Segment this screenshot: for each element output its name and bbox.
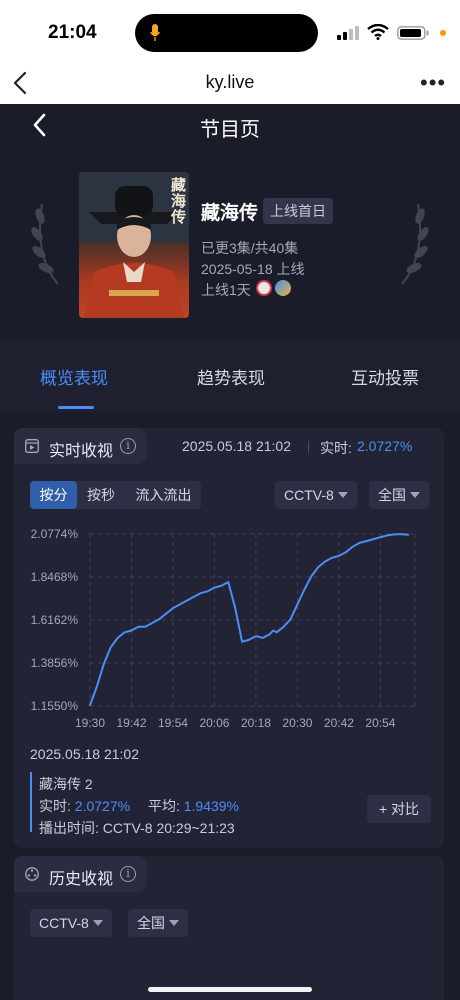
status-time: 21:04 — [48, 22, 97, 43]
region-dropdown-label: 全国 — [378, 487, 406, 503]
y-tick-label: 1.8468% — [31, 570, 79, 584]
page-header: 节目页 — [0, 104, 460, 148]
tooltip-time: 2025.05.18 21:02 — [30, 746, 139, 762]
tooltip-average-label: 平均: — [147, 798, 180, 814]
mode-per-second[interactable]: 按秒 — [78, 481, 124, 509]
history-icon — [25, 867, 39, 881]
mode-inflow-outflow[interactable]: 流入流出 — [126, 481, 201, 509]
dynamic-island — [135, 14, 318, 52]
status-bar: 21:04 — [0, 0, 460, 62]
realtime-info-icon[interactable]: i — [120, 438, 136, 454]
channel-dropdown[interactable]: CCTV-8 — [275, 481, 357, 509]
tv-icon — [25, 439, 39, 453]
history-title: 历史收视 — [49, 871, 114, 888]
realtime-line-chart[interactable]: 2.0774% 1.8468% 1.6162% 1.3856% 1.1550% 19:30… — [0, 515, 460, 740]
chevron-down-icon — [410, 492, 420, 498]
streaming-platform-icon — [275, 280, 291, 296]
tab-bar: 概览表现 趋势表现 互动投票 — [0, 340, 460, 412]
history-channel-label: CCTV-8 — [39, 915, 89, 931]
wifi-icon — [367, 24, 389, 40]
x-tick-label: 19:42 — [116, 716, 146, 730]
browser-url-title: ky.live — [205, 72, 255, 92]
cctv8-channel-icon — [256, 280, 272, 296]
realtime-card-header: 实时收视 i — [14, 428, 146, 464]
signal-icon — [337, 26, 359, 40]
realtime-timestamp: 2025.05.18 21:02 — [182, 438, 291, 454]
realtime-label: 实时: — [320, 440, 352, 456]
chevron-down-icon — [337, 492, 348, 498]
battery-icon — [397, 26, 429, 40]
browser-more-icon[interactable]: ••• — [420, 70, 446, 96]
browser-bar: ky.live ••• — [0, 62, 460, 104]
laurel-left-icon — [31, 203, 59, 285]
x-tick-label: 20:42 — [324, 716, 354, 730]
tab-trend[interactable]: 趋势表现 — [197, 364, 265, 389]
history-region-dropdown[interactable]: 全国 — [128, 909, 188, 937]
y-tick-label: 1.6162% — [31, 613, 79, 627]
tab-vote[interactable]: 互动投票 — [351, 364, 419, 389]
x-tick-label: 20:18 — [241, 716, 271, 730]
laurel-right-icon — [401, 203, 429, 285]
realtime-value: 2.0727% — [357, 438, 413, 454]
history-channel-dropdown[interactable]: CCTV-8 — [30, 909, 112, 937]
tooltip-values: 实时: 2.0727% 平均: 1.9439% — [39, 796, 239, 816]
granularity-segmented-control: 按分 按秒 流入流出 — [30, 481, 201, 509]
show-name: 藏海传 — [201, 203, 259, 224]
poster-title-text: 藏海传 — [171, 177, 187, 226]
episode-count: 已更3集/共40集 — [201, 240, 299, 256]
region-dropdown[interactable]: 全国 — [369, 481, 429, 509]
show-poster[interactable]: 藏海传 — [79, 172, 189, 318]
tooltip-accent-bar — [30, 772, 32, 832]
tab-active-indicator — [58, 406, 94, 409]
chevron-down-icon — [92, 920, 103, 926]
mode-per-minute[interactable]: 按分 — [30, 481, 77, 509]
chevron-down-icon — [169, 920, 179, 926]
privacy-indicator-dot — [440, 30, 446, 36]
online-days: 上线1天 — [201, 282, 251, 298]
x-tick-label: 20:06 — [199, 716, 229, 730]
page-title: 节目页 — [200, 119, 260, 141]
x-tick-label: 19:30 — [75, 716, 105, 730]
x-tick-label: 20:30 — [282, 716, 312, 730]
home-indicator — [148, 987, 312, 992]
tab-overview[interactable]: 概览表现 — [40, 364, 108, 389]
tooltip-realtime-value: 2.0727% — [74, 798, 131, 814]
tooltip-broadcast-time: 播出时间: CCTV-8 20:29~21:23 — [39, 820, 235, 836]
release-date: 2025-05-18 上线 — [201, 261, 305, 277]
tooltip-average-value: 1.9439% — [183, 798, 240, 814]
realtime-title: 实时收视 — [49, 443, 114, 460]
history-card-header: 历史收视 i — [14, 856, 146, 892]
show-status-badge: 上线首日 — [263, 198, 333, 224]
history-info-icon[interactable]: i — [120, 866, 136, 882]
history-region-label: 全国 — [137, 915, 165, 931]
y-tick-label: 1.1550% — [31, 699, 79, 713]
y-tick-label: 1.3856% — [31, 656, 79, 670]
tooltip-program: 藏海传 2 — [39, 776, 93, 792]
x-tick-label: 19:54 — [158, 716, 188, 730]
channel-dropdown-label: CCTV-8 — [284, 487, 334, 503]
microphone-icon — [150, 24, 160, 41]
divider — [308, 441, 309, 453]
tooltip-realtime-label: 实时: — [39, 798, 71, 814]
y-tick-label: 2.0774% — [31, 527, 79, 541]
x-tick-label: 20:54 — [365, 716, 395, 730]
series-line — [89, 533, 410, 707]
compare-button[interactable]: + 对比 — [367, 795, 431, 823]
